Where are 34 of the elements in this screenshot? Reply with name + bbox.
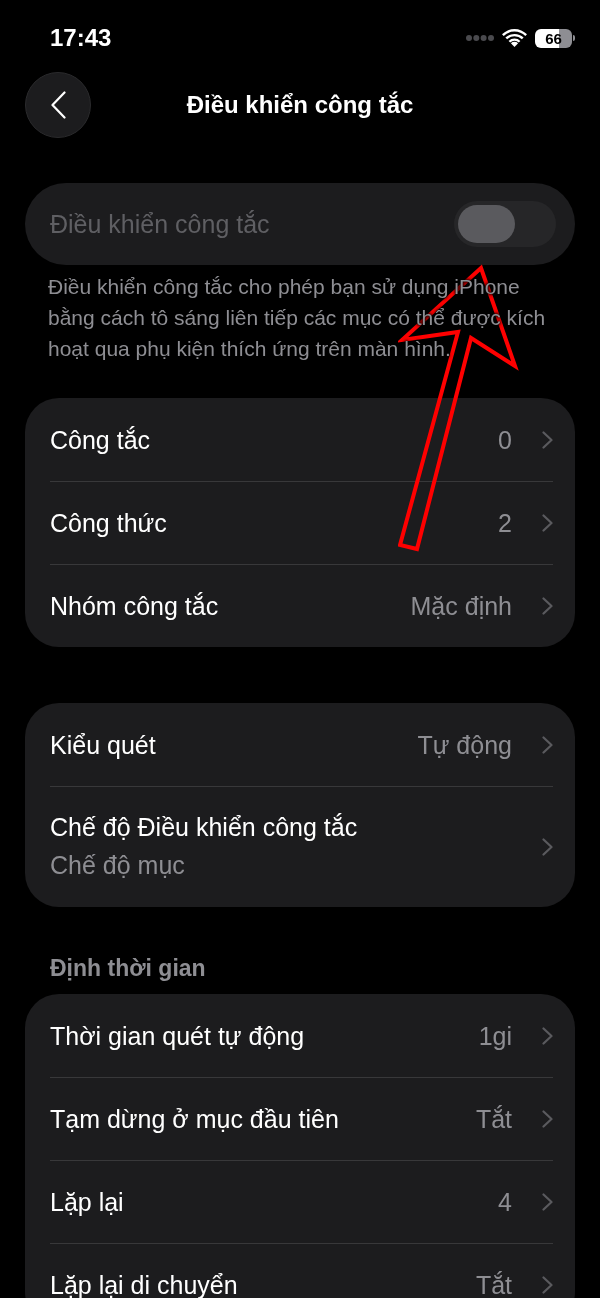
chevron-right-icon: [542, 1193, 553, 1211]
setting-label[interactable]: Công tắc: [50, 426, 487, 453]
battery-indicator: 66: [535, 28, 575, 48]
setting-label[interactable]: Lặp lại: [50, 1189, 487, 1215]
setting-value: 4: [498, 1189, 512, 1215]
setting-value: Mặc định: [410, 593, 512, 619]
chevron-right-icon: [542, 514, 553, 532]
setting-label[interactable]: Thời gian quét tự động: [50, 1022, 467, 1049]
setting-label[interactable]: Công thức: [50, 510, 487, 536]
setting-label[interactable]: Tạm dừng ở mục đầu tiên: [50, 1106, 464, 1132]
setting-value: Tắt: [475, 1106, 512, 1132]
setting-label[interactable]: Chế độ Điều khiển công tắc: [50, 814, 512, 840]
setting-subtitle: Chế độ mục: [50, 850, 186, 880]
setting-label[interactable]: Kiểu quét: [50, 731, 406, 758]
chevron-right-icon: [542, 1026, 553, 1045]
toggle-label: Điều khiển công tắc: [50, 209, 270, 239]
signal-icon: [466, 35, 494, 41]
setting-value: 2: [498, 510, 512, 536]
setting-value: Tự động: [417, 731, 512, 758]
chevron-right-icon: [542, 1276, 553, 1294]
status-time: 17:43: [50, 24, 112, 52]
setting-value: 0: [498, 426, 512, 453]
chevron-right-icon: [542, 597, 553, 615]
chevron-right-icon: [542, 735, 553, 754]
chevron-right-icon: [542, 430, 553, 449]
setting-label[interactable]: Nhóm công tắc: [50, 593, 399, 619]
chevron-right-icon: [542, 838, 553, 856]
page-title: Điều khiển công tắc: [186, 90, 414, 120]
wifi-icon: [502, 29, 527, 47]
section-header: Định thời gian: [50, 955, 206, 981]
chevron-left-icon: [50, 91, 66, 119]
setting-value: 1gi: [478, 1022, 512, 1049]
setting-value: Tắt: [475, 1272, 512, 1298]
chevron-right-icon: [542, 1110, 553, 1128]
